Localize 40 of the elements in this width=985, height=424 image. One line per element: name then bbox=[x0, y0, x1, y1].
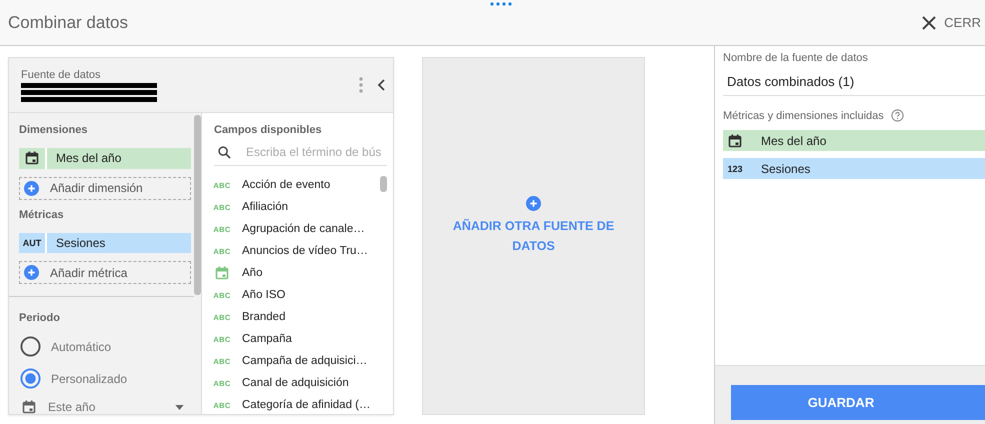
calendar-icon bbox=[728, 134, 742, 148]
drag-handle-icon[interactable] bbox=[490, 2, 512, 6]
add-icon bbox=[526, 196, 541, 212]
radio-label: Automático bbox=[51, 340, 112, 354]
metric-chip[interactable]: 123 Sesiones bbox=[723, 158, 985, 179]
section-title: Campos disponibles bbox=[214, 124, 323, 136]
section-title: Métricas bbox=[19, 208, 65, 220]
scrollbar[interactable] bbox=[380, 176, 387, 192]
chevron-left-icon[interactable] bbox=[377, 79, 385, 91]
calendar-icon bbox=[22, 400, 36, 414]
dialog-title: Combinar datos bbox=[8, 12, 128, 32]
scrollbar[interactable] bbox=[194, 115, 201, 295]
dimension-chip[interactable]: Mes del año bbox=[19, 148, 191, 169]
section-title: Periodo bbox=[19, 312, 61, 324]
add-icon bbox=[24, 265, 39, 280]
dimension-chip[interactable]: Mes del año bbox=[723, 130, 985, 151]
type-label: 123 bbox=[727, 164, 743, 174]
calendar-icon bbox=[215, 266, 229, 280]
search-icon bbox=[218, 146, 231, 158]
add-icon bbox=[24, 180, 39, 196]
close-icon bbox=[922, 16, 936, 30]
section-title: Dimensiones bbox=[19, 124, 88, 136]
type-label: AUT bbox=[22, 238, 42, 248]
add-metric-button[interactable]: Añadir métrica bbox=[19, 261, 191, 284]
field-label: Nombre de la fuente de datos bbox=[723, 52, 869, 64]
close-button[interactable]: CERR bbox=[922, 15, 985, 30]
calendar-icon bbox=[25, 151, 39, 166]
radio-button[interactable] bbox=[20, 336, 41, 357]
field-label: Fuente de datos bbox=[21, 68, 102, 80]
field-item[interactable]: Año bbox=[214, 262, 375, 284]
metric-chip[interactable]: AUT Sesiones bbox=[19, 232, 191, 254]
add-dimension-button[interactable]: Añadir dimensión bbox=[19, 176, 191, 200]
search-field[interactable]: Escriba el término de bús bbox=[214, 145, 387, 166]
dropdown-arrow-icon bbox=[175, 404, 184, 410]
more-vertical-icon[interactable] bbox=[359, 77, 363, 93]
section-title: Métricas y dimensiones incluidas bbox=[723, 110, 884, 122]
radio-button[interactable] bbox=[20, 368, 41, 389]
radio-label: Personalizado bbox=[51, 372, 128, 386]
help-icon[interactable] bbox=[890, 109, 904, 122]
date-range-dropdown[interactable]: Este año bbox=[22, 400, 184, 414]
